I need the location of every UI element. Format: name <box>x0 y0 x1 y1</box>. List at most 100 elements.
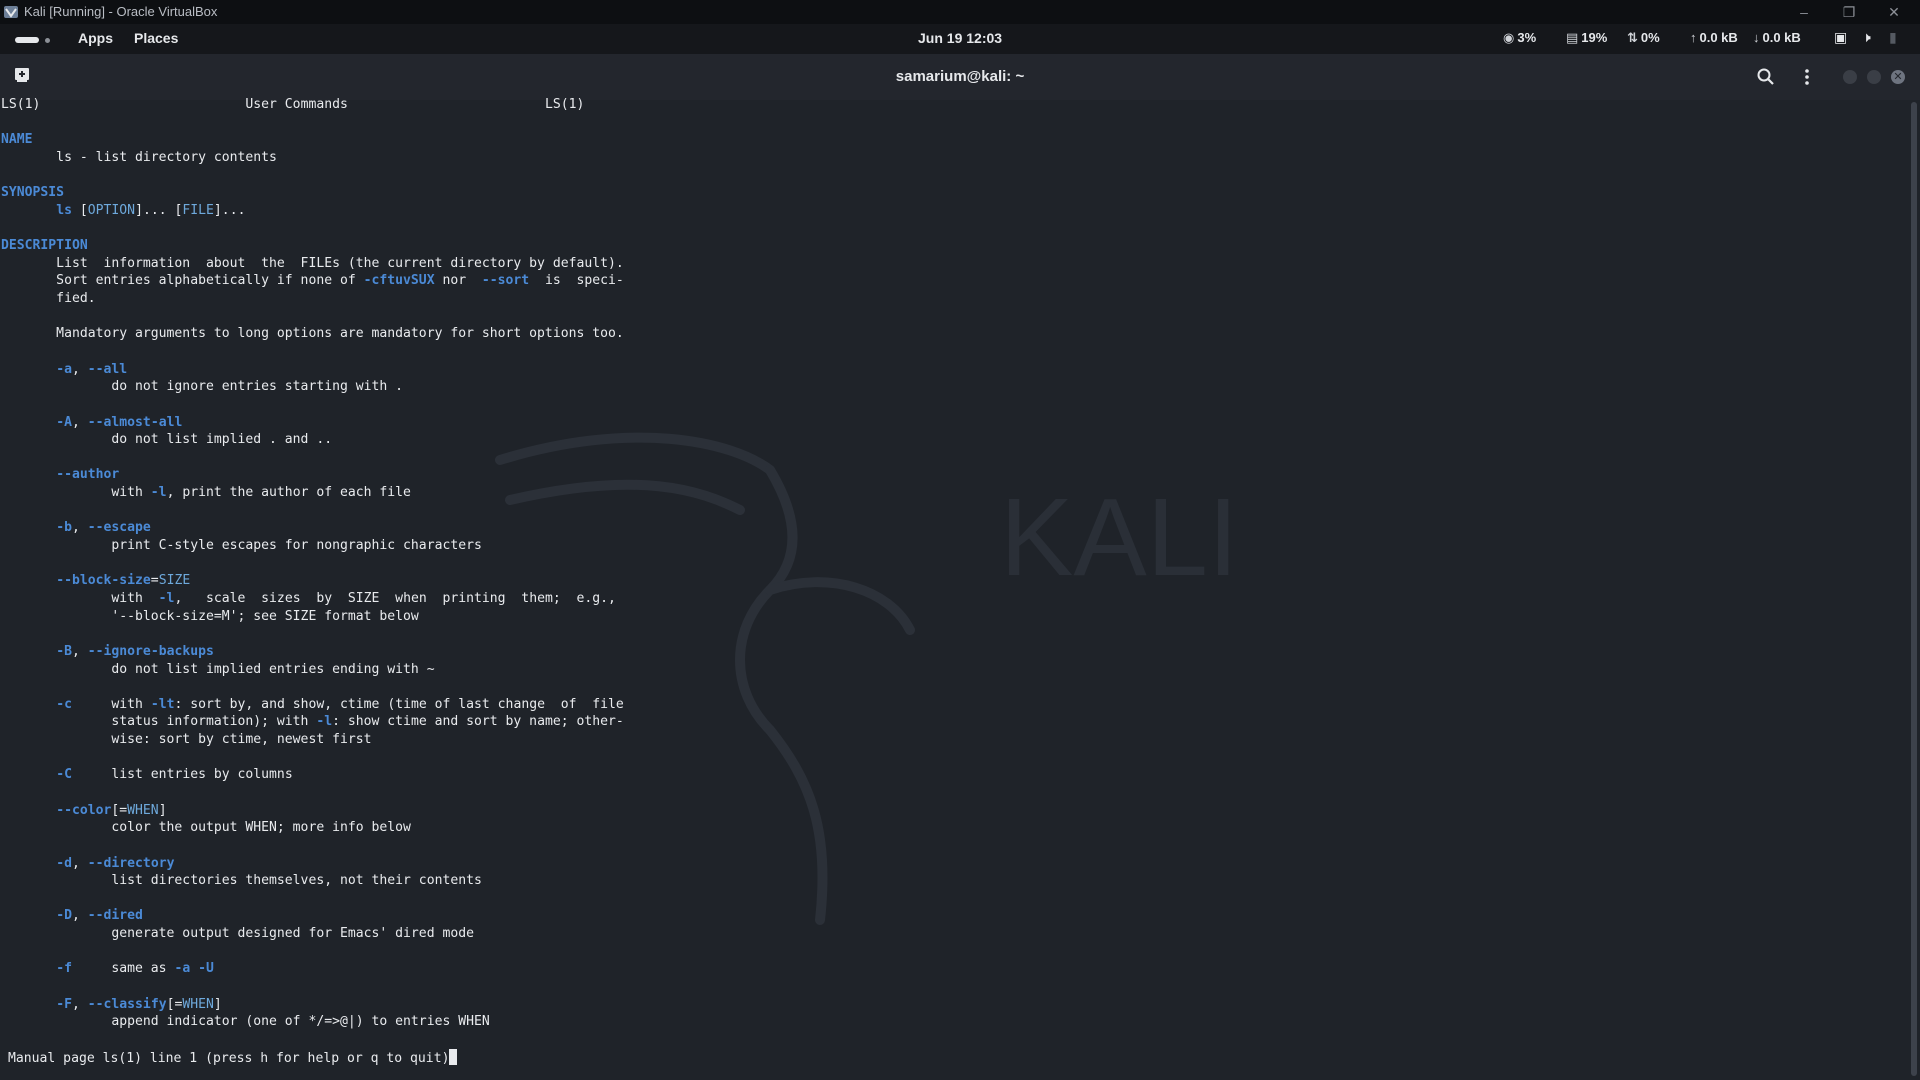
scrollbar-thumb[interactable] <box>1911 102 1917 1076</box>
net-upload[interactable]: ↑ 0.0 kB <box>1690 30 1738 45</box>
activities-indicator[interactable] <box>15 37 39 43</box>
power-icon[interactable]: ▮ <box>1889 29 1897 46</box>
man-text: NAME <box>1 132 33 148</box>
man-line: append indicator (one of */=>@|) to entr… <box>1 1013 624 1031</box>
kebab-menu-icon[interactable] <box>1795 65 1819 89</box>
man-text: do not ignore entries starting with . <box>1 379 404 395</box>
man-text: nor <box>434 273 482 289</box>
man-line <box>1 943 624 961</box>
man-line: ls [OPTION]... [FILE]... <box>1 202 624 220</box>
vm-window-titlebar: Kali [Running] - Oracle VirtualBox – ❐ ✕ <box>0 0 1920 24</box>
pager-status-line: Manual page ls(1) line 1 (press h for he… <box>8 1049 458 1066</box>
places-menu[interactable]: Places <box>134 30 178 46</box>
terminal-minimize-icon[interactable] <box>1843 70 1857 84</box>
volume-icon[interactable]: 🕨 <box>1862 29 1871 46</box>
man-text: generate output designed for Emacs' dire… <box>1 926 474 942</box>
man-text: '--block-size=M'; see SIZE format below <box>1 608 419 624</box>
man-line <box>1 784 624 802</box>
man-line: -b, --escape <box>1 519 624 537</box>
man-line: generate output designed for Emacs' dire… <box>1 925 624 943</box>
memory-icon: ▤ <box>1566 30 1579 45</box>
man-line <box>1 449 624 467</box>
man-text: LS(1) <box>544 97 585 112</box>
man-text: --almost-all <box>87 414 183 430</box>
man-text <box>1 767 56 782</box>
man-text: , <box>71 855 88 871</box>
man-text <box>1 573 56 588</box>
man-text: --author <box>56 467 120 483</box>
man-line: List information about the FILEs (the cu… <box>1 255 624 273</box>
workspace-dot[interactable] <box>45 38 50 43</box>
man-text: --escape <box>87 520 151 536</box>
man-line: Sort entries alphabetically if none of -… <box>1 272 624 290</box>
man-text: [ <box>71 202 88 218</box>
man-line: wise: sort by ctime, newest first <box>1 731 624 749</box>
man-text: , <box>71 643 88 659</box>
terminal-close-icon[interactable]: ✕ <box>1891 70 1905 84</box>
screen-icon[interactable]: ▣ <box>1834 29 1847 46</box>
cpu-usage[interactable]: ◉ 3% <box>1503 30 1536 46</box>
terminal-scrollbar[interactable] <box>1908 100 1920 1080</box>
man-text: -F <box>56 996 72 1012</box>
man-text: --block-size <box>56 573 151 589</box>
man-text <box>1 415 56 430</box>
man-text: , scale sizes by SIZE when printing them… <box>174 590 616 606</box>
man-line <box>1 890 624 908</box>
man-text <box>1 908 56 923</box>
swap-usage[interactable]: ⇅ 0% <box>1627 30 1660 46</box>
man-line: -A, --almost-all <box>1 414 624 432</box>
man-text: status information); with <box>1 714 317 730</box>
man-text: --classify <box>87 996 167 1012</box>
man-text: is speci‐ <box>529 273 624 289</box>
memory-usage[interactable]: ▤ 19% <box>1566 30 1607 46</box>
man-text: --directory <box>87 855 175 871</box>
man-text: ]... [ <box>135 202 183 218</box>
search-icon[interactable] <box>1754 65 1778 89</box>
man-page-content: LS(1) User Commands LS(1) NAME ls - list … <box>1 96 624 1031</box>
man-text: --ignore-backups <box>87 643 214 659</box>
man-line: -B, --ignore-backups <box>1 643 624 661</box>
man-line <box>1 308 624 326</box>
man-text: LS(1) <box>1 97 41 112</box>
man-text: [= <box>166 996 183 1012</box>
man-line <box>1 749 624 767</box>
apps-menu[interactable]: Apps <box>78 30 113 46</box>
man-line: SYNOPSIS <box>1 184 624 202</box>
man-text: list directories themselves, not their c… <box>1 873 482 889</box>
man-line <box>1 555 624 573</box>
cpu-icon: ◉ <box>1503 30 1515 45</box>
clock[interactable]: Jun 19 12:03 <box>918 30 1002 46</box>
man-text: -D <box>56 908 72 924</box>
restore-icon[interactable]: ❐ <box>1839 2 1859 22</box>
man-text: -C <box>56 767 72 783</box>
terminal-headerbar: samarium@kali: ~ ✕ <box>0 54 1920 100</box>
man-text <box>1 997 56 1012</box>
man-text <box>1 467 56 482</box>
man-text: , <box>71 520 88 536</box>
man-text: , <box>71 361 88 377</box>
man-line: list directories themselves, not their c… <box>1 872 624 890</box>
man-text <box>190 961 198 976</box>
net-download[interactable]: ↓ 0.0 kB <box>1753 30 1801 45</box>
man-line: with -l, scale sizes by SIZE when printi… <box>1 590 624 608</box>
man-text: , <box>71 908 88 924</box>
man-text: -lt <box>150 696 175 712</box>
man-text: same as <box>71 961 175 977</box>
man-text: --sort <box>481 273 530 289</box>
man-text: SIZE <box>158 573 191 589</box>
man-text: do not list implied entries ending with … <box>1 661 435 677</box>
terminal-maximize-icon[interactable] <box>1867 70 1881 84</box>
man-text: ] <box>213 996 222 1012</box>
man-text <box>1 803 56 818</box>
man-line: status information); with -l: show ctime… <box>1 713 624 731</box>
close-icon[interactable]: ✕ <box>1884 2 1904 22</box>
man-text <box>1 203 56 218</box>
man-line: Mandatory arguments to long options are … <box>1 325 624 343</box>
man-line: -F, --classify[=WHEN] <box>1 996 624 1014</box>
minimize-icon[interactable]: – <box>1794 2 1814 22</box>
man-text: do not list implied . and .. <box>1 432 333 448</box>
man-line <box>1 219 624 237</box>
man-line: do not ignore entries starting with . <box>1 378 624 396</box>
man-text: DESCRIPTION <box>1 238 88 254</box>
man-text: -l <box>158 590 175 606</box>
